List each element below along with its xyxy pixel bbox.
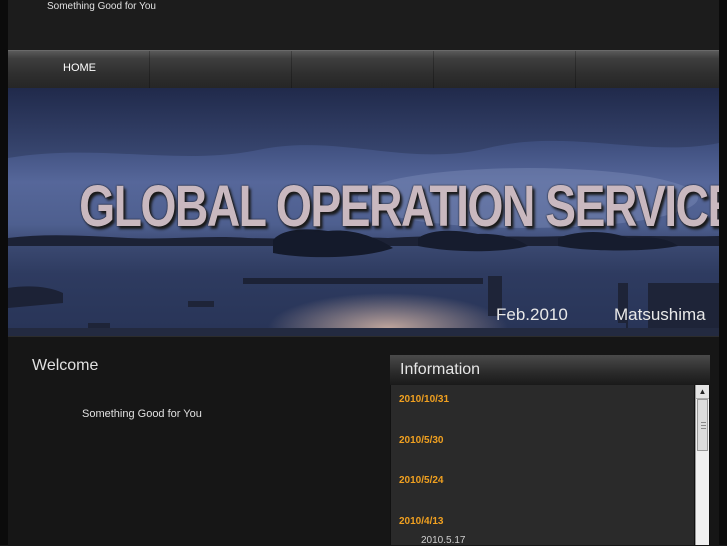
banner-location: Matsushima (614, 305, 706, 324)
info-entry-date[interactable]: 2010/5/24 (399, 475, 444, 486)
welcome-text: Something Good for You (82, 408, 202, 420)
nav-home-link[interactable]: HOME (63, 62, 96, 74)
left-edge (0, 0, 8, 545)
scroll-up-arrow-icon[interactable]: ▲ (696, 385, 709, 399)
info-entry-date[interactable]: 2010/5/30 (399, 435, 444, 446)
main-navigation: HOME (8, 50, 719, 88)
info-entry-subdate: 2010.5.17 (421, 535, 466, 545)
banner-date: Feb.2010 (496, 305, 568, 324)
info-entry-date[interactable]: 2010/10/31 (399, 394, 449, 405)
information-header: Information (390, 355, 710, 385)
banner-title: GLOBAL OPERATION SERVICE (79, 174, 719, 239)
hero-banner: GLOBAL OPERATION SERVICE Feb.2010 Matsus… (8, 88, 719, 336)
information-list: 2010/10/31 2010/5/30 2010/5/24 2010/4/13… (391, 385, 694, 545)
information-title: Information (400, 361, 481, 378)
right-edge (719, 0, 727, 545)
scroll-thumb[interactable] (697, 399, 708, 451)
information-panel: Information 2010/10/31 2010/5/30 2010/5/… (390, 355, 710, 545)
welcome-heading: Welcome (32, 357, 99, 374)
site-tagline: Something Good for You (47, 1, 156, 12)
info-entry-date[interactable]: 2010/4/13 (399, 516, 444, 527)
information-scrollbar[interactable]: ▲ (695, 385, 709, 545)
